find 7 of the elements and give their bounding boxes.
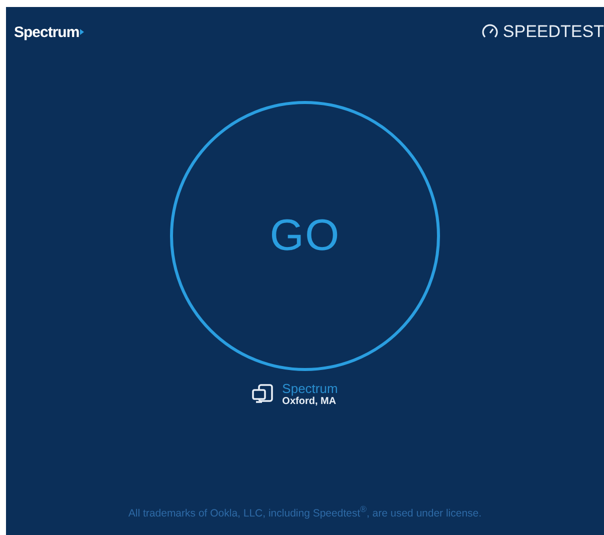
server-location: Oxford, MA <box>282 396 338 407</box>
brand-logo: Spectrum <box>14 24 84 40</box>
server-provider: Spectrum <box>282 381 338 396</box>
speedtest-title: SPEEDTEST <box>502 22 604 42</box>
go-button[interactable]: GO <box>170 101 440 371</box>
devices-icon <box>252 384 274 404</box>
trademark-notice: All trademarks of Ookla, LLC, including Speedtest$^{®}$, are used under license. <box>128 504 482 519</box>
